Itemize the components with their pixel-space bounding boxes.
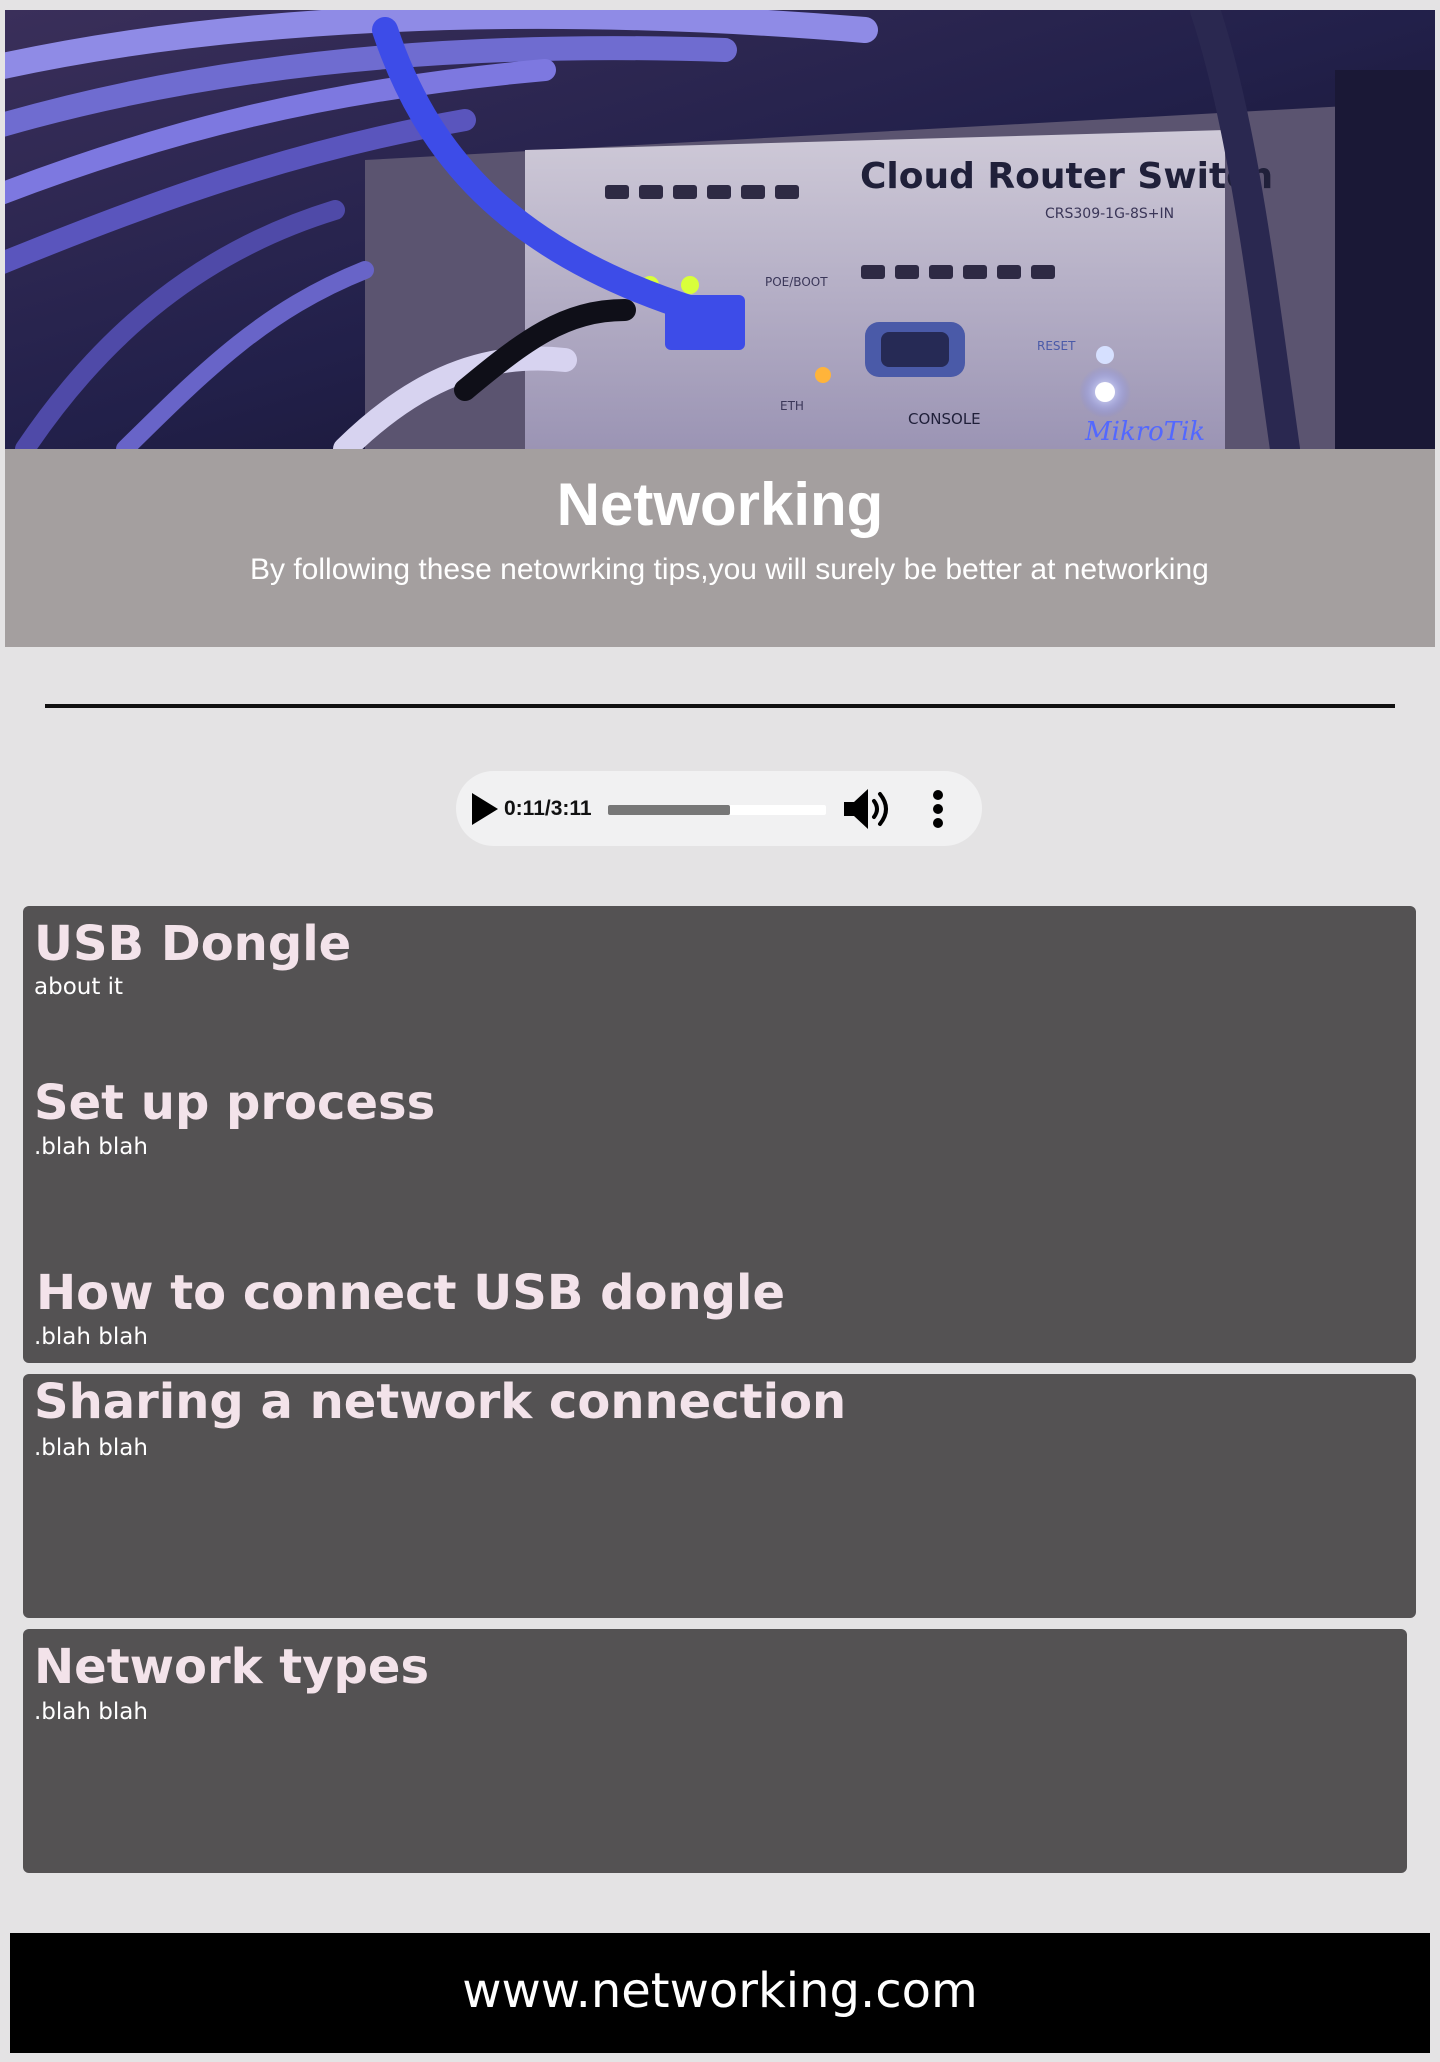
port-label-console: CONSOLE [908,410,981,428]
card-text: about it [34,974,124,1000]
card-text: .blah blah [34,1699,148,1725]
card-heading: Set up process [34,1075,436,1131]
card-sharing-connection: Sharing a network connection .blah blah [23,1374,1416,1618]
volume-button[interactable] [840,785,896,833]
card-text: .blah blah [34,1134,148,1160]
header-band: Networking By following these netowrking… [5,449,1435,647]
card-heading: How to connect USB dongle [36,1265,785,1321]
card-usb-dongle: USB Dongle about it Set up process .blah… [23,906,1416,1363]
progress-fill [608,805,730,815]
card-heading: Network types [34,1639,430,1695]
card-text: .blah blah [34,1435,148,1461]
volume-icon [844,789,888,829]
play-icon [472,793,498,825]
card-network-types: Network types .blah blah [23,1629,1407,1873]
audio-player: 0:11/3:11 [456,771,982,846]
page-subtitle: By following these netowrking tips,you w… [250,553,1209,586]
progress-slider[interactable] [608,805,826,815]
page-title: Networking [556,471,884,538]
more-options-button[interactable] [926,785,950,833]
card-heading: Sharing a network connection [34,1374,847,1430]
footer: www.networking.com [10,1933,1430,2053]
device-model: CRS309-1G-8S+IN [1045,206,1174,222]
port-label-reset: RESET [1037,339,1076,353]
more-vertical-icon [933,790,943,828]
port-label-poe: POE/BOOT [765,275,828,289]
divider [45,704,1395,708]
time-display: 0:11/3:11 [504,797,592,820]
port-label-eth: ETH [780,399,804,413]
hero-image: Cloud Router Switch CRS309-1G-8S+IN POE/… [5,10,1435,449]
card-heading: USB Dongle [34,916,352,972]
brand-label: MikroTik [1084,417,1205,447]
play-button[interactable] [464,789,504,829]
device-label: Cloud Router Switch [860,156,1273,197]
card-text: .blah blah [34,1324,148,1350]
footer-url: www.networking.com [462,1963,978,2019]
